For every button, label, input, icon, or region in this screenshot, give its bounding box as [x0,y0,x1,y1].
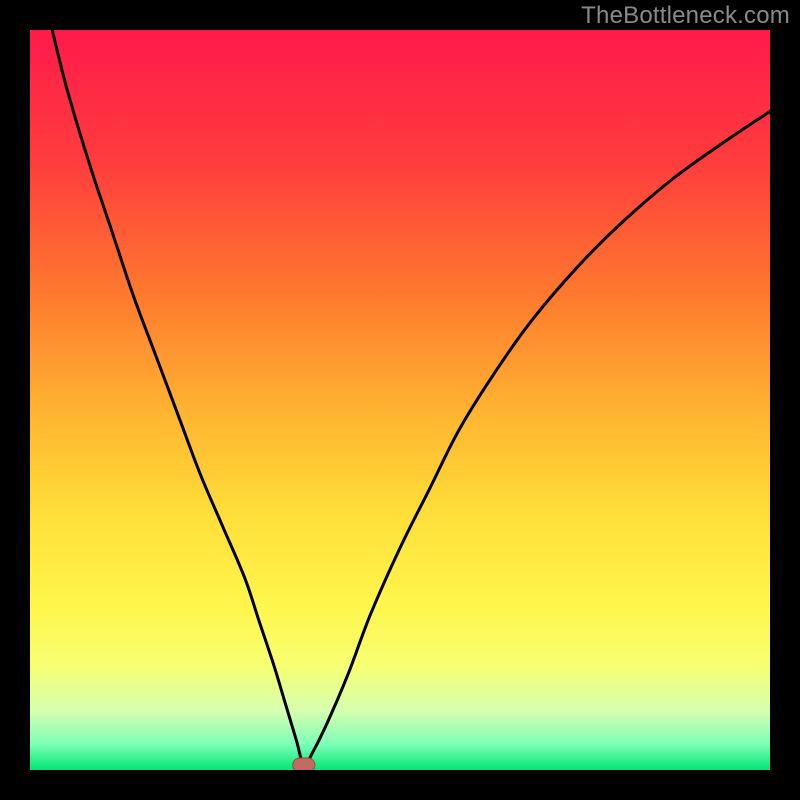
minimum-marker [293,758,315,772]
bottleneck-chart [0,0,800,800]
watermark-text: TheBottleneck.com [581,2,790,30]
chart-frame: TheBottleneck.com [0,0,800,800]
plot-background [30,30,770,770]
